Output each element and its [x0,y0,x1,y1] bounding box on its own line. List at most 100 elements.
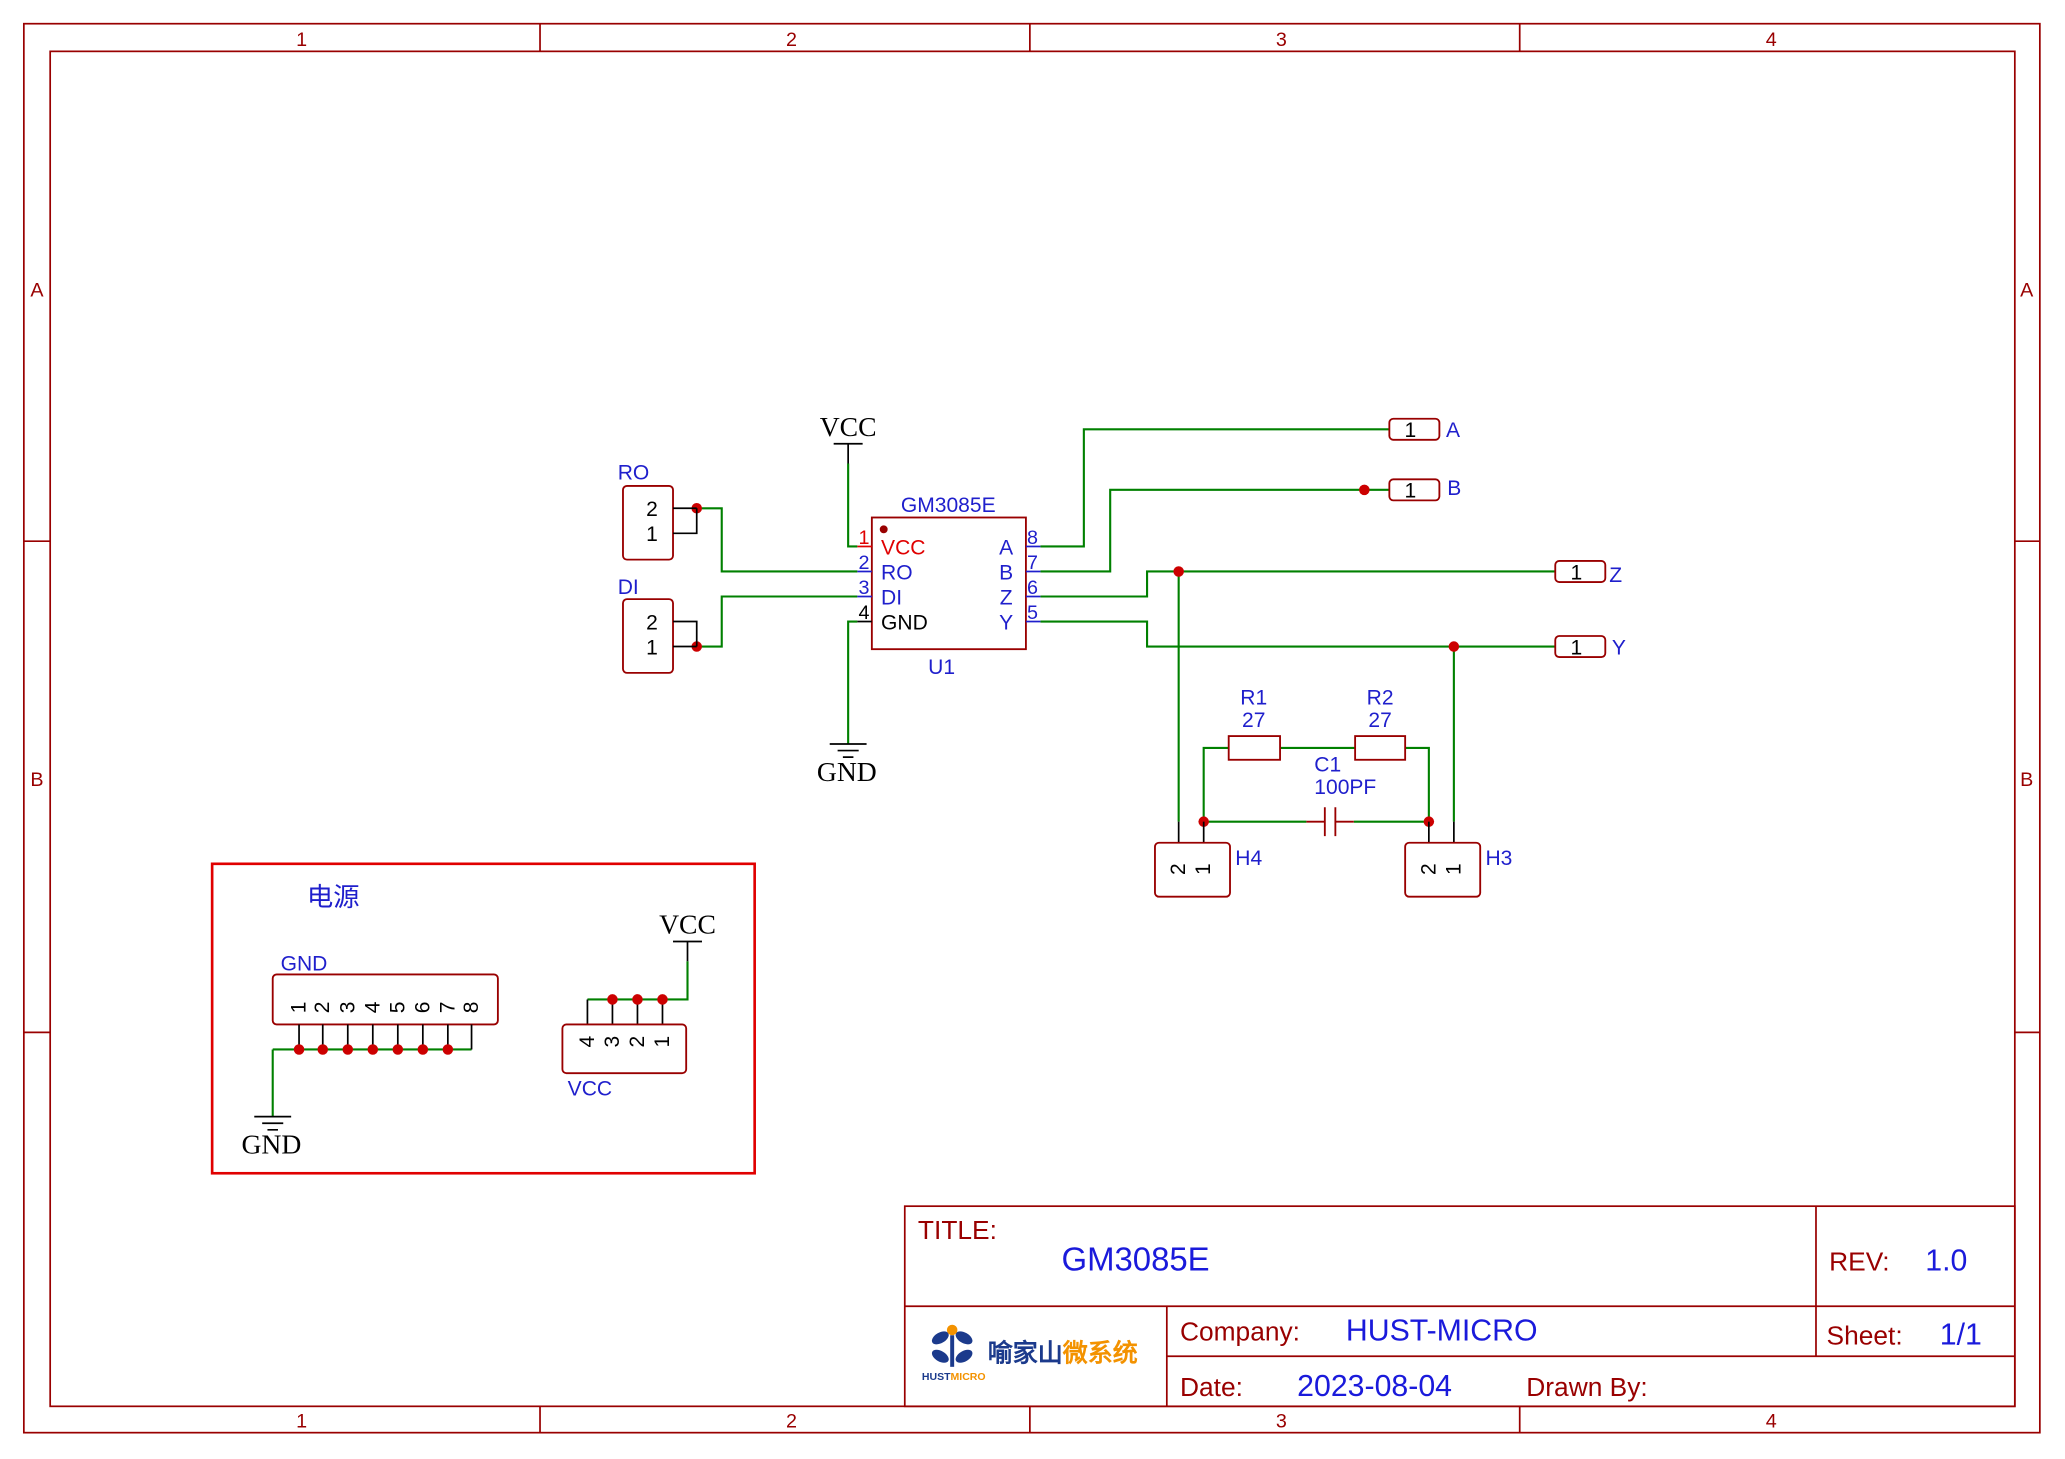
net-port-y-label: Y [1612,636,1626,659]
column-label-2-top: 2 [786,29,797,51]
junction-dot [342,1044,354,1055]
schematic-sheet: 1 2 3 4 1 2 3 4 A B A B VCC GND GM3085E … [0,0,2065,1459]
column-label-3-top: 3 [1276,29,1287,51]
sheet-value: 1/1 [1940,1318,1982,1351]
sheet-label: Sheet: [1827,1320,1903,1350]
h3-pin-1: 1 [1442,863,1465,875]
junction-dot [632,994,643,1005]
r2-designator: R2 [1367,686,1394,709]
gnd-header-pin-3: 3 [336,1001,359,1013]
title-value: GM3085E [1061,1241,1209,1278]
junction-dot [1448,641,1460,652]
gnd-header-pin-1: 1 [288,1001,311,1013]
u1-designator: U1 [928,656,955,679]
u1-pin-2-name: RO [881,561,913,584]
power-gnd-symbol-label: GND [241,1129,301,1160]
ro-header-pin-1: 1 [646,523,658,546]
logo-name-part1: 喻家山 [988,1339,1063,1368]
column-label-2-bottom: 2 [786,1410,797,1432]
column-label-1-top: 1 [296,29,307,51]
u1-pin-8-name: A [999,536,1013,559]
vcc-symbol-label: VCC [820,411,877,442]
r1-value: 27 [1242,709,1265,732]
company-label: Company: [1180,1316,1300,1346]
net-port-z-pin: 1 [1570,561,1582,584]
net-port-a-label: A [1446,419,1460,442]
junction-dot [392,1044,404,1055]
net-port-y-pin: 1 [1570,636,1582,659]
column-label-1-bottom: 1 [296,1410,307,1432]
junction-dot [417,1044,429,1055]
vcc-header-pin-3: 3 [601,1036,624,1048]
junction-dot [657,994,668,1005]
logo-stem [950,1335,955,1367]
h3-pin-2: 2 [1417,863,1440,875]
net-port-a-pin: 1 [1405,419,1417,442]
power-section-title: 电源 [307,882,360,912]
gnd-header-body [271,973,499,1026]
junction-dot [367,1044,379,1055]
ro-header-label: RO [618,461,650,484]
junction-dot [442,1044,454,1055]
logo-name: 喻家山微系统 [988,1339,1138,1368]
u1-pin-5-name: Y [999,611,1013,634]
net-port-b-pin: 1 [1405,480,1417,503]
u1-pin1-marker [879,525,888,534]
ro-header-pin-2: 2 [646,498,658,521]
rev-value: 1.0 [1925,1245,1967,1278]
row-label-b-right: B [2020,769,2033,791]
logo-subtitle: HUSTMICRO [922,1371,986,1383]
junction-dot [1173,566,1184,577]
logo-bud [946,1324,958,1336]
title-label: TITLE: [918,1215,997,1245]
logo-subtitle-part1: HUST [922,1371,951,1383]
u1-pin-1-name: VCC [881,536,925,559]
h4-label: H4 [1235,847,1262,870]
vcc-header-pin-2: 2 [626,1036,649,1048]
junction-dot [317,1044,329,1055]
vcc-header-pin-1: 1 [651,1036,674,1048]
sheet-background [0,0,2065,1459]
junction-dot [1359,484,1370,496]
net-port-y: 1 Y [1554,635,1626,659]
u1-pin-1-number: 1 [858,527,869,549]
u1-pin-3-name: DI [881,586,902,609]
rev-label: REV: [1829,1247,1889,1277]
u1-pin-7-name: B [999,561,1013,584]
vcc-header-label: VCC [568,1078,612,1101]
row-label-a-right: A [2020,279,2034,301]
vcc-header-body [561,1023,688,1075]
u1-pin-6-name: Z [1000,586,1013,609]
di-header-pin-1: 1 [646,636,658,659]
drawn-by-label: Drawn By: [1526,1372,1647,1402]
u1-pin-2-number: 2 [858,552,869,574]
u1-pin-4-number: 4 [858,602,869,624]
vcc-header-pin-4: 4 [576,1035,599,1047]
r2-value: 27 [1368,709,1391,732]
gnd-header-pin-6: 6 [411,1001,434,1013]
gnd-symbol-label: GND [817,756,877,787]
c1-designator: C1 [1314,754,1341,777]
di-header-label: DI [618,576,639,599]
gnd-header-pin-2: 2 [311,1001,334,1013]
gnd-header-pin-8: 8 [460,1001,483,1013]
u1-pin-5-number: 5 [1027,602,1038,624]
date-label: Date: [1180,1372,1243,1402]
r2-body [1354,735,1407,761]
logo-name-part2: 微系统 [1062,1339,1138,1368]
gnd-header-pin-5: 5 [386,1001,409,1013]
row-label-a-left: A [30,279,44,301]
net-port-a: 1 A [1388,417,1460,442]
junction-dot [293,1044,305,1055]
power-vcc-symbol-label: VCC [659,909,716,940]
r1-designator: R1 [1240,686,1267,709]
c1-value: 100PF [1314,776,1376,799]
u1-part-name: GM3085E [901,494,996,517]
h4-pin-1: 1 [1192,863,1215,875]
u1-pin-4-name: GND [881,611,928,634]
di-header-pin-2: 2 [646,611,658,634]
r1-body [1227,735,1281,761]
company-value: HUST-MICRO [1346,1314,1538,1347]
gnd-header-label: GND [281,952,328,975]
junction-dot [607,994,618,1005]
